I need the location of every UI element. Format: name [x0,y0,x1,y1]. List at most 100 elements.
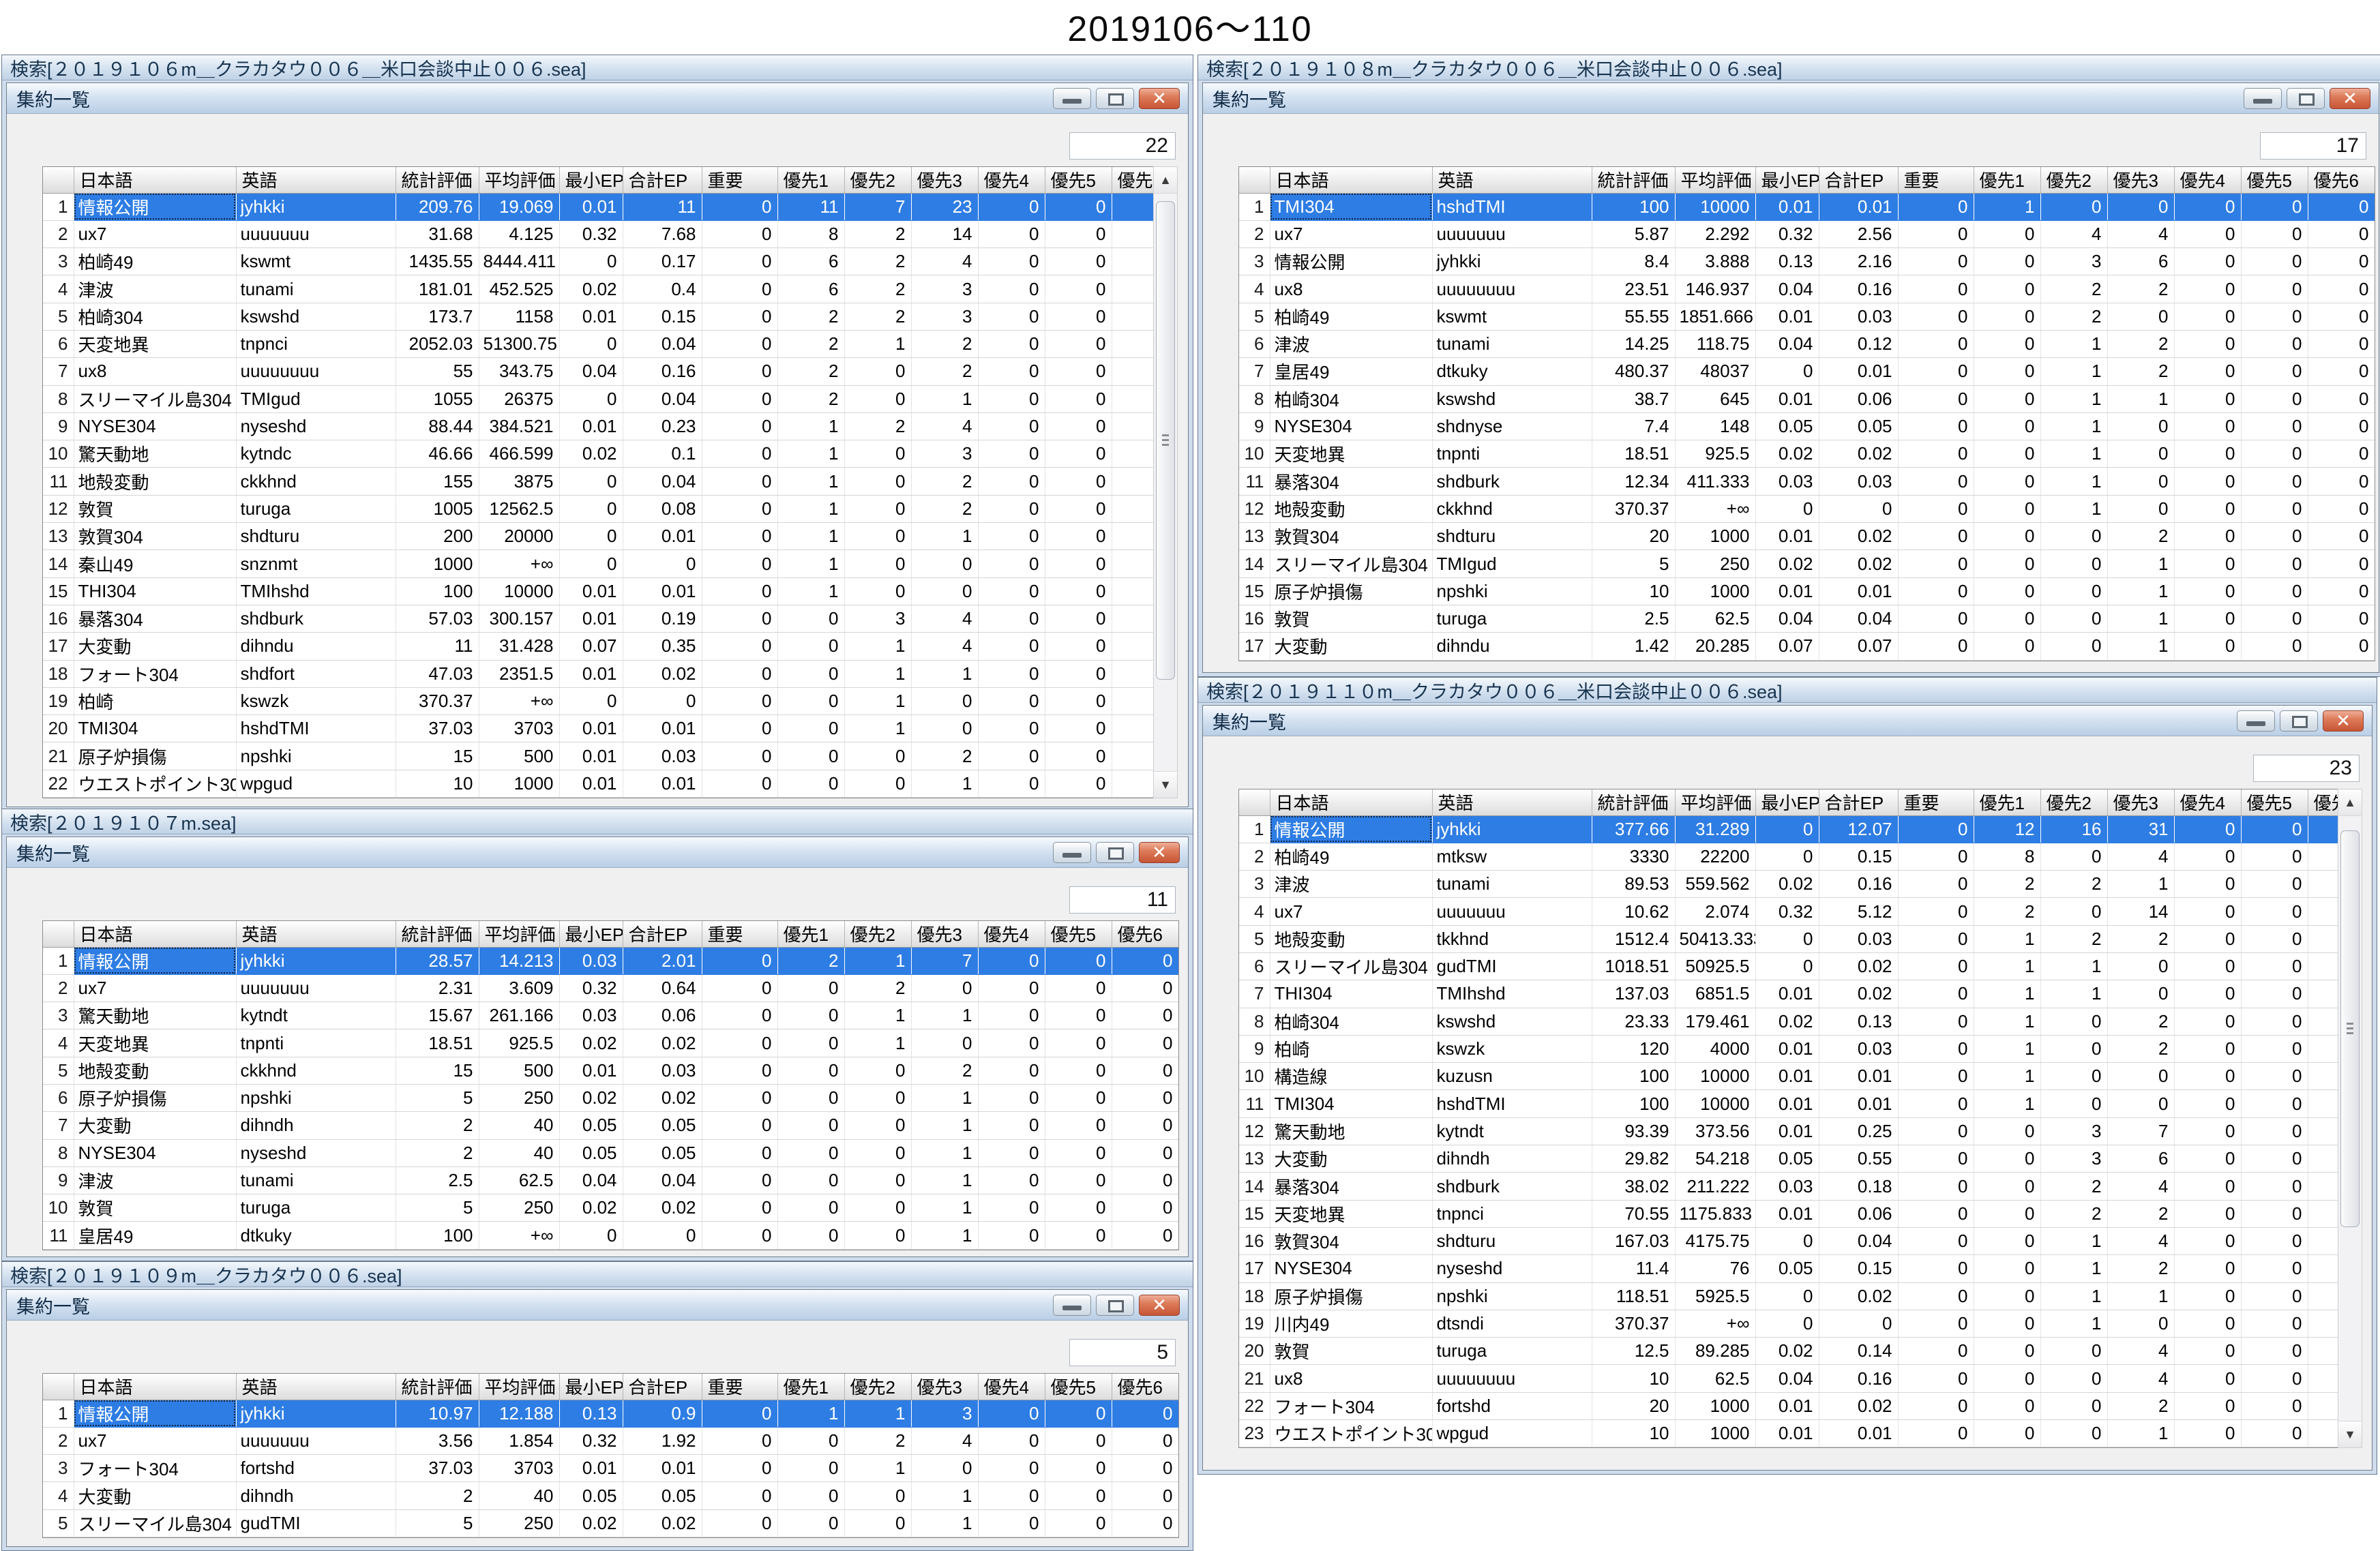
table-row[interactable]: 7THI304TMIhshd137.036851.50.010.02011000… [1239,980,2339,1008]
table-row[interactable]: 11地殻変動ckkhnd155387500.040102000 [43,468,1155,495]
column-header[interactable]: 英語 [236,1374,396,1400]
column-header[interactable]: 合計EP [623,1374,702,1400]
table-row[interactable]: 10驚天動地kytndc46.66466.5990.020.10103000 [43,440,1155,468]
table-row[interactable]: 12驚天動地kytndt93.39373.560.010.250037000 [1239,1117,2339,1145]
table-row[interactable]: 9津波tunami2.562.50.040.040001000 [43,1166,1178,1194]
column-header[interactable]: 重要 [702,1374,777,1400]
table-row[interactable]: 18原子炉損傷npshki118.515925.500.020011000 [1239,1282,2339,1310]
column-header[interactable]: 優先1 [777,921,844,947]
column-header[interactable]: 優先4 [978,167,1045,193]
minimize-button[interactable] [1053,88,1091,109]
column-header[interactable]: 最小EP [1755,789,1819,815]
table-row[interactable]: 2ux7uuuuuuu5.872.2920.322.560044000 [1239,220,2375,247]
column-header[interactable]: 優先5 [1045,167,1112,193]
table-row[interactable]: 1情報公開jyhkki28.5714.2130.032.010217000 [43,947,1178,974]
column-header[interactable]: 優先2 [844,1374,911,1400]
table-row[interactable]: 9柏崎kswzk12040000.010.030102000 [1239,1035,2339,1062]
table-row[interactable]: 3津波tunami89.53559.5620.020.160221000 [1239,871,2339,898]
column-header[interactable]: 英語 [236,167,396,193]
table-row[interactable]: 17NYSE304nyseshd11.4760.050.150012000 [1239,1255,2339,1282]
search-window-titlebar[interactable]: 検索[２０１９１０７m.sea] [2,809,1193,834]
aggregate-list-titlebar[interactable]: 集約一覧 ✕ [7,837,1188,868]
table-row[interactable]: 10構造線kuzusn100100000.010.010100000 [1239,1063,2339,1090]
search-window-titlebar[interactable]: 検索[２０１９１０９m＿クラカタウ００６.sea] [2,1262,1193,1287]
table-row[interactable]: 7大変動dihndh2400.050.050001000 [43,1112,1178,1139]
table-row[interactable]: 16暴落304shdburk57.03300.1570.010.19003400… [43,605,1155,632]
table-row[interactable]: 5柏崎304kswshd173.711580.010.150223000 [43,303,1155,330]
table-row[interactable]: 16敦賀turuga2.562.50.040.040001000 [1239,605,2375,632]
column-header[interactable]: 平均評価 [1675,789,1755,815]
column-header[interactable]: 統計評価 [396,167,479,193]
table-row[interactable]: 15THI304TMIhshd100100000.010.010100000 [43,577,1155,605]
table-row[interactable]: 9NYSE304nyseshd88.44384.5210.010.2301240… [43,412,1155,440]
minimize-button[interactable] [2244,88,2282,109]
column-header[interactable]: 日本語 [1270,167,1432,193]
table-row[interactable]: 6原子炉損傷npshki52500.020.020001000 [43,1084,1178,1111]
table-row[interactable]: 4ux7uuuuuuu10.622.0740.325.1202014000 [1239,898,2339,925]
table-row[interactable]: 4ux8uuuuuuuu23.51146.9370.040.160022000 [1239,275,2375,303]
search-window-titlebar[interactable]: 検索[２０１９１０６m＿クラカタウ００６＿米口会談中止００６.sea] [2,55,1193,80]
column-header[interactable]: 重要 [702,167,777,193]
table-row[interactable]: 22フォート304fortshd2010000.010.020002000 [1239,1392,2339,1419]
minimize-button[interactable] [1053,842,1091,863]
column-header[interactable]: 優先4 [2174,789,2241,815]
column-header[interactable]: 優先2 [844,167,911,193]
column-header[interactable]: 日本語 [74,1374,236,1400]
table-row[interactable]: 8柏崎304kswshd23.33179.4610.020.130102000 [1239,1008,2339,1035]
column-header[interactable]: 合計EP [1819,789,1898,815]
restore-button[interactable] [1096,1295,1134,1316]
close-button[interactable]: ✕ [1139,1295,1180,1316]
column-header[interactable]: 日本語 [1270,789,1432,815]
table-row[interactable]: 4津波tunami181.01452.5250.020.40623000 [43,275,1155,303]
column-header[interactable]: 優先4 [978,921,1045,947]
column-header[interactable]: 重要 [1898,789,1974,815]
table-row[interactable]: 5スリーマイル島304gudTMI52500.020.020001000 [43,1509,1178,1537]
column-header[interactable]: 優先6 [1112,167,1155,193]
column-header[interactable]: 平均評価 [479,921,559,947]
table-row[interactable]: 12地殻変動ckkhnd370.37+∞000010000 [1239,495,2375,522]
table-row[interactable]: 1TMI304hshdTMI100100000.010.010100000 [1239,193,2375,220]
column-header[interactable]: 優先3 [911,167,978,193]
table-row[interactable]: 13敦賀304shdturu2010000.010.020002000 [1239,523,2375,550]
column-header[interactable]: 優先1 [777,167,844,193]
column-header[interactable]: 日本語 [74,167,236,193]
scroll-up-icon[interactable]: ▲ [1154,167,1177,194]
table-row[interactable]: 7皇居49dtkuky480.374803700.010012000 [1239,358,2375,385]
table-row[interactable]: 5地殻変動tkkhnd1512.450413.33300.030122000 [1239,925,2339,952]
table-row[interactable]: 10天変地異tnpnti18.51925.50.020.020010000 [1239,440,2375,468]
table-row[interactable]: 16敦賀304shdturu167.034175.7500.040014000 [1239,1227,2339,1254]
table-row[interactable]: 4天変地異tnpnti18.51925.50.020.020010000 [43,1029,1178,1057]
table-row[interactable]: 18フォート304shdfort47.032351.50.010.0200110… [43,660,1155,687]
close-button[interactable]: ✕ [1139,88,1180,109]
table-row[interactable]: 3情報公開jyhkki8.43.8880.132.160036000 [1239,248,2375,275]
restore-button[interactable] [1096,842,1134,863]
restore-button[interactable] [2287,88,2325,109]
table-row[interactable]: 3フォート304fortshd37.0337030.010.010010000 [43,1455,1178,1482]
search-window-titlebar[interactable]: 検索[２０１９１１０m＿クラカタウ００６＿米口会談中止００６.sea] [1198,678,2377,703]
column-header[interactable]: 優先3 [2107,167,2174,193]
table-row[interactable]: 14暴落304shdburk38.02211.2220.030.18002400… [1239,1173,2339,1200]
column-header[interactable]: 平均評価 [479,167,559,193]
column-header[interactable]: 優先6 [2308,789,2339,815]
table-row[interactable]: 2ux7uuuuuuu3.561.8540.321.920024000 [43,1427,1178,1454]
column-header[interactable]: 英語 [1432,167,1592,193]
table-row[interactable]: 6津波tunami14.25118.750.040.120012000 [1239,330,2375,357]
table-row[interactable]: 5柏崎49kswmt55.551851.6660.010.030020000 [1239,303,2375,330]
column-header[interactable]: 合計EP [1819,167,1898,193]
table-row[interactable]: 1情報公開jyhkki10.9712.1880.130.90113000 [43,1400,1178,1427]
column-header[interactable]: 優先3 [911,1374,978,1400]
column-header[interactable]: 日本語 [74,921,236,947]
column-header[interactable]: 平均評価 [479,1374,559,1400]
table-row[interactable]: 3驚天動地kytndt15.67261.1660.030.060011000 [43,1002,1178,1029]
table-row[interactable]: 4大変動dihndh2400.050.050001000 [43,1482,1178,1509]
minimize-button[interactable] [1053,1295,1091,1316]
column-header[interactable]: 優先5 [1045,1374,1112,1400]
column-header[interactable]: 優先2 [2040,789,2107,815]
scroll-down-icon[interactable]: ▼ [1154,771,1177,798]
table-row[interactable]: 1情報公開jyhkki377.6631.289012.070121631000 [1239,815,2339,843]
table-row[interactable]: 8NYSE304nyseshd2400.050.050001000 [43,1139,1178,1166]
table-row[interactable]: 6天変地異tnpnci2052.0351300.7500.040212000 [43,330,1155,357]
table-row[interactable]: 17大変動dihndu1131.4280.070.350014000 [43,633,1155,660]
column-header[interactable]: 平均評価 [1675,167,1755,193]
column-header[interactable]: 統計評価 [396,1374,479,1400]
